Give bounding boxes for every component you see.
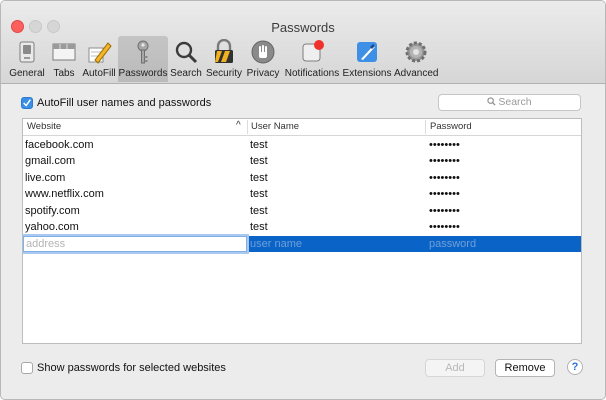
toolbar-label: General	[9, 68, 45, 79]
toolbar-label: Notifications	[284, 68, 340, 79]
website-cell: www.netflix.com	[25, 188, 104, 200]
search-icon	[487, 97, 496, 106]
help-button[interactable]: ?	[567, 359, 583, 375]
toolbar-notifications[interactable]: Notifications	[284, 36, 340, 82]
column-header-website[interactable]: Website	[27, 121, 61, 132]
key-icon	[137, 40, 149, 64]
website-cell: facebook.com	[25, 139, 94, 151]
gear-icon	[405, 41, 427, 63]
search-field[interactable]: Search	[438, 94, 581, 111]
toolbar-tabs[interactable]: Tabs	[49, 36, 79, 82]
toolbar-privacy[interactable]: Privacy	[245, 36, 281, 82]
table-row[interactable]: live.com test ••••••••	[23, 170, 581, 186]
remove-button[interactable]: Remove	[495, 359, 555, 377]
toolbar-autofill[interactable]: AutoFill	[81, 36, 117, 82]
table-row[interactable]: spotify.com test ••••••••	[23, 203, 581, 219]
search-placeholder: Search	[439, 96, 580, 108]
user-name-cell: test	[250, 172, 268, 184]
hand-icon	[251, 40, 275, 64]
password-input[interactable]: password	[429, 238, 476, 250]
password-cell: ••••••••	[429, 221, 460, 233]
website-cell: live.com	[25, 172, 66, 184]
table-row[interactable]: www.netflix.com test ••••••••	[23, 186, 581, 202]
column-divider	[247, 120, 248, 134]
address-input[interactable]: address	[23, 236, 247, 252]
website-cell: yahoo.com	[25, 221, 79, 233]
magnifier-icon	[175, 41, 198, 64]
toolbar-general[interactable]: General	[7, 36, 47, 82]
toolbar-search[interactable]: Search	[169, 36, 203, 82]
user-name-cell: test	[250, 188, 268, 200]
user-name-cell: test	[250, 139, 268, 151]
toolbar-label: Passwords	[118, 68, 168, 79]
table-row[interactable]: facebook.com test ••••••••	[23, 137, 581, 153]
address-placeholder: address	[26, 238, 66, 250]
column-header-user-name[interactable]: User Name	[251, 121, 299, 132]
toolbar-label: AutoFill	[82, 68, 116, 79]
toolbar-advanced[interactable]: Advanced	[394, 36, 438, 82]
user-name-input[interactable]: user name	[250, 238, 302, 250]
search-placeholder-text: Search	[498, 96, 532, 108]
padlock-icon	[215, 39, 233, 63]
toolbar-label: Extensions	[342, 68, 392, 79]
toolbar-label: Security	[205, 68, 243, 79]
user-name-cell: test	[250, 205, 268, 217]
password-cell: ••••••••	[429, 205, 460, 217]
puzzle-icon	[357, 42, 377, 62]
window-title: Passwords	[271, 20, 335, 35]
add-button[interactable]: Add	[425, 359, 485, 377]
general-switch-icon	[19, 41, 35, 63]
user-name-cell: test	[250, 221, 268, 233]
column-header-password[interactable]: Password	[430, 121, 472, 132]
new-entry-row[interactable]: address user name password	[23, 236, 581, 252]
toolbar-extensions[interactable]: Extensions	[342, 36, 392, 82]
password-cell: ••••••••	[429, 188, 460, 200]
show-passwords-checkbox[interactable]	[21, 362, 33, 374]
table-row[interactable]: yahoo.com test ••••••••	[23, 219, 581, 235]
password-cell: ••••••••	[429, 155, 460, 167]
show-passwords-label: Show passwords for selected websites	[37, 362, 226, 374]
website-cell: spotify.com	[25, 205, 80, 217]
toolbar-security[interactable]: Security	[205, 36, 243, 82]
notification-badge-icon	[302, 40, 324, 62]
sort-ascending-icon: ^	[236, 120, 241, 131]
checkmark-icon	[23, 99, 31, 107]
passwords-table[interactable]: Website ^ User Name Password facebook.co…	[22, 118, 582, 344]
table-header: Website ^ User Name Password	[23, 119, 581, 136]
password-cell: ••••••••	[429, 139, 460, 151]
tabs-icon	[52, 43, 76, 61]
title-bar: Passwords General Tabs AutoFill Password…	[1, 1, 605, 84]
autofill-label: AutoFill user names and passwords	[37, 97, 212, 109]
toolbar-label: Tabs	[53, 68, 75, 79]
column-divider	[425, 120, 426, 134]
toolbar-label: Advanced	[394, 68, 439, 79]
table-row[interactable]: gmail.com test ••••••••	[23, 153, 581, 169]
preferences-window: Passwords General Tabs AutoFill Password…	[0, 0, 606, 400]
user-name-cell: test	[250, 155, 268, 167]
website-cell: gmail.com	[25, 155, 76, 167]
autofill-checkbox[interactable]	[21, 97, 33, 109]
toolbar-label: Search	[170, 68, 202, 79]
password-cell: ••••••••	[429, 172, 460, 184]
toolbar-passwords[interactable]: Passwords	[118, 36, 168, 82]
autofill-pencil-icon	[88, 42, 112, 64]
toolbar-label: Privacy	[246, 68, 280, 79]
